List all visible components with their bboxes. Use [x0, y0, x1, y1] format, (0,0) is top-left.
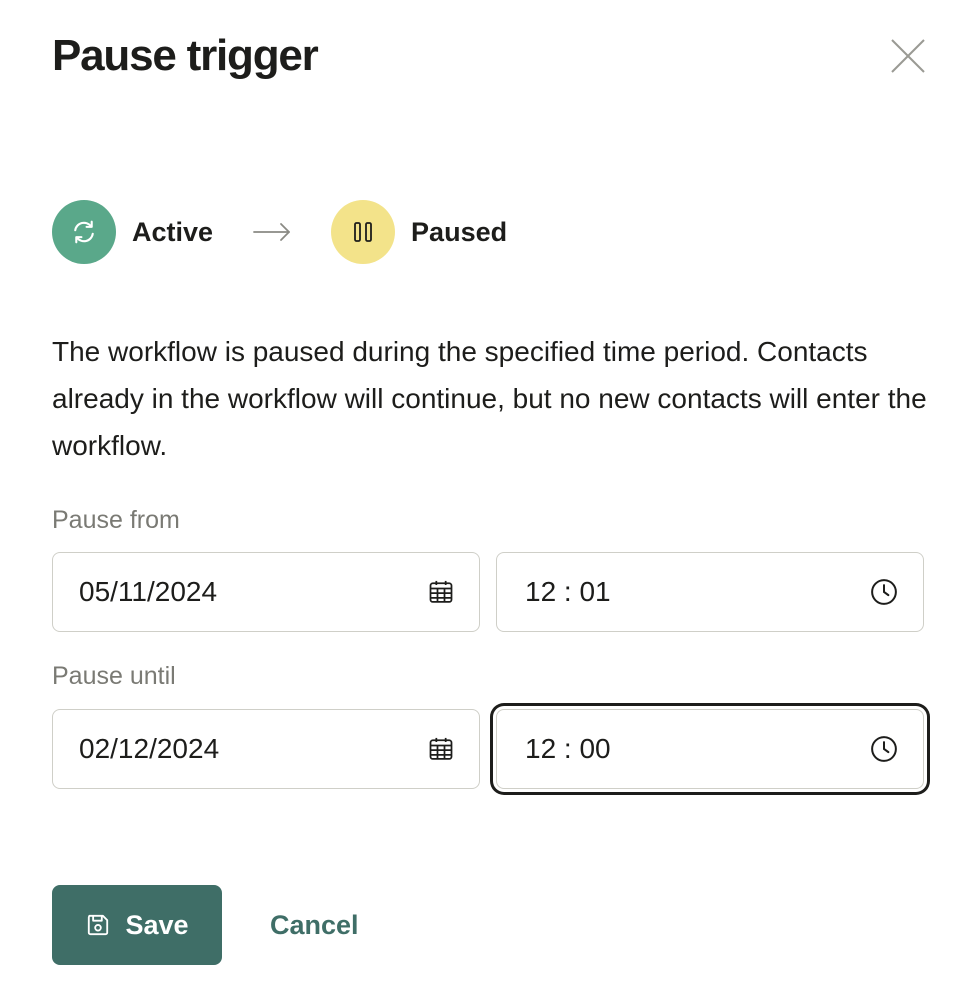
- paused-status-badge: [331, 200, 396, 264]
- arrow-right-icon: [253, 222, 291, 242]
- description-text: The workflow is paused during the specif…: [52, 336, 927, 461]
- dialog-title: Pause trigger: [52, 31, 319, 80]
- refresh-icon: [74, 220, 94, 244]
- pause-until-date-value: 02/12/2024: [79, 733, 220, 764]
- pause-from-date-input[interactable]: 05/11/2024: [52, 552, 480, 632]
- close-button[interactable]: [886, 34, 930, 78]
- paused-status-label: Paused: [411, 216, 508, 247]
- pause-icon: [354, 222, 372, 242]
- calendar-icon[interactable]: [427, 578, 455, 606]
- save-button[interactable]: Save: [52, 885, 222, 965]
- pause-until-time-input[interactable]: 12 : 00: [496, 709, 924, 789]
- close-icon: [891, 39, 925, 73]
- pause-trigger-dialog: Pause trigger Active Paused The workflow…: [0, 0, 974, 1004]
- status-transition: Active Paused: [52, 200, 507, 264]
- pause-from-label: Pause from: [52, 506, 180, 534]
- pause-until-time-value: 12 : 00: [525, 733, 611, 764]
- save-button-label: Save: [125, 909, 189, 940]
- cancel-button[interactable]: Cancel: [270, 885, 359, 965]
- pause-from-time-input[interactable]: 12 : 01: [496, 552, 924, 632]
- pause-from-date-value: 05/11/2024: [79, 576, 218, 607]
- pause-from-time-value: 12 : 01: [525, 576, 611, 607]
- active-status-badge: [52, 200, 116, 264]
- calendar-icon[interactable]: [427, 735, 455, 763]
- pause-until-label: Pause until: [52, 662, 176, 690]
- pause-until-date-input[interactable]: 02/12/2024: [52, 709, 480, 789]
- clock-icon[interactable]: [869, 734, 899, 764]
- floppy-disk-icon: [85, 912, 111, 938]
- clock-icon[interactable]: [869, 577, 899, 607]
- active-status-label: Active: [132, 216, 214, 247]
